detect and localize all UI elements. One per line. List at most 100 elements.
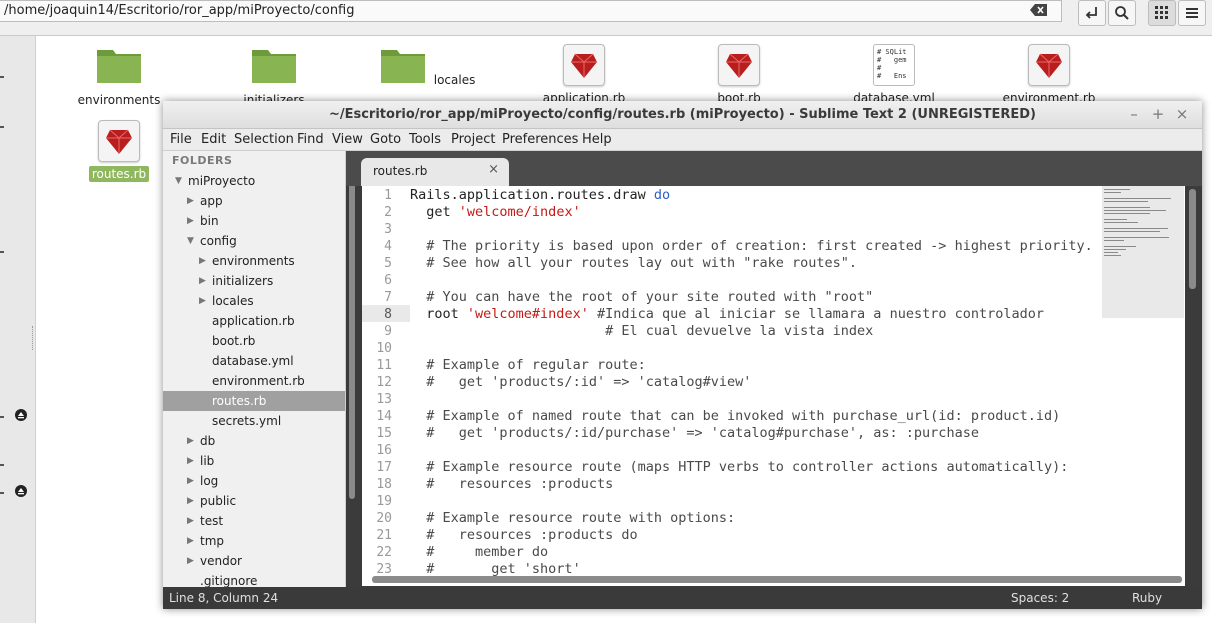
disclosure-collapsed-icon[interactable]: ▶	[187, 531, 194, 551]
menu-help[interactable]: Help	[582, 132, 612, 147]
code-line: Rails.application.routes.draw do	[410, 187, 671, 203]
close-icon[interactable]: ×	[1173, 105, 1191, 123]
icon-view-button[interactable]	[1148, 0, 1176, 26]
tree-item[interactable]: ▶ db	[163, 431, 345, 451]
code-line: get 'welcome/index'	[410, 204, 581, 220]
menu-file[interactable]: File	[170, 132, 192, 147]
minimap-line	[1104, 192, 1121, 193]
tree-item-label: boot.rb	[212, 334, 256, 348]
sidebar-scrollbar[interactable]	[349, 159, 355, 499]
tree-item[interactable]: ▶ bin	[163, 211, 345, 231]
status-bar: Line 8, Column 24 Spaces: 2 Ruby	[163, 587, 1202, 609]
tree-item[interactable]: ▼ config	[163, 231, 345, 251]
line-number: 15	[376, 426, 392, 441]
tree-item[interactable]: application.rb	[163, 311, 345, 331]
tree-item[interactable]: ▶ tmp	[163, 531, 345, 551]
menu-selection[interactable]: Selection	[234, 132, 294, 147]
disclosure-collapsed-icon[interactable]: ▶	[187, 551, 194, 571]
disclosure-collapsed-icon[interactable]: ▶	[187, 431, 194, 451]
disclosure-expanded-icon[interactable]: ▼	[175, 171, 182, 191]
tree-item[interactable]: .gitignore	[163, 571, 345, 587]
grid-icon	[1155, 6, 1168, 19]
tree-item-label: environments	[212, 254, 295, 268]
eject-icon[interactable]	[15, 485, 27, 497]
tree-item[interactable]: database.yml	[163, 351, 345, 371]
editor-horizontal-scrollbar[interactable]	[372, 576, 1182, 583]
line-number: 9	[384, 324, 392, 339]
tree-item[interactable]: ▶ locales	[163, 291, 345, 311]
tree-item[interactable]: ▶ initializers	[163, 271, 345, 291]
file-icon-locales[interactable]: locales	[379, 36, 479, 88]
tree-item[interactable]: ▶ test	[163, 511, 345, 531]
file-icon-routes-rb[interactable]: routes.rb	[69, 112, 169, 182]
line-number: 8	[384, 307, 392, 322]
code-area[interactable]: Rails.application.routes.draw do get 'we…	[410, 186, 1100, 586]
tab-bar: routes.rb ×	[346, 151, 1202, 186]
minimap-line	[1104, 213, 1150, 214]
tree-item[interactable]: ▶ log	[163, 471, 345, 491]
file-icon-environments[interactable]: environments	[69, 36, 169, 108]
tree-item-label: environment.rb	[212, 374, 305, 388]
eject-icon[interactable]	[15, 409, 27, 421]
maximize-icon[interactable]: +	[1149, 105, 1167, 123]
restore-selection-button[interactable]	[1078, 0, 1106, 26]
file-icon-boot-rb[interactable]: boot.rb	[689, 36, 789, 106]
menu-view[interactable]: View	[332, 132, 363, 147]
window-titlebar[interactable]: ~/Escritorio/ror_app/miProyecto/config/r…	[163, 101, 1202, 129]
disclosure-collapsed-icon[interactable]: ▶	[199, 251, 206, 271]
tree-item[interactable]: boot.rb	[163, 331, 345, 351]
line-number: 4	[384, 239, 392, 254]
disclosure-collapsed-icon[interactable]: ▶	[187, 191, 194, 211]
editor-vertical-scrollbar[interactable]	[1189, 189, 1196, 289]
tree-item-label: app	[200, 194, 223, 208]
tree-item[interactable]: routes.rb	[163, 391, 345, 411]
tree-item[interactable]: ▶ vendor	[163, 551, 345, 571]
menu-goto[interactable]: Goto	[370, 132, 401, 147]
code-line: # You can have the root of your site rou…	[426, 289, 874, 305]
tree-item-label: .gitignore	[200, 574, 258, 587]
minimap-line	[1104, 240, 1124, 241]
tree-item-label: log	[200, 474, 219, 488]
tree-item[interactable]: ▶ environments	[163, 251, 345, 271]
code-editor[interactable]: 1 2 3 4 5 6 7 8 9 10 11 12 13 14 15 16 17 18 19 20 21 22 23 Ra…	[362, 186, 1185, 586]
disclosure-expanded-icon[interactable]: ▼	[187, 231, 194, 251]
folder-icon	[380, 50, 425, 83]
search-icon	[1115, 6, 1129, 20]
list-view-button[interactable]	[1178, 0, 1206, 26]
disclosure-collapsed-icon[interactable]: ▶	[187, 491, 194, 511]
file-icon-environment-rb[interactable]: environment.rb	[999, 36, 1099, 106]
disclosure-collapsed-icon[interactable]: ▶	[199, 291, 206, 311]
menu-edit[interactable]: Edit	[201, 132, 226, 147]
disclosure-collapsed-icon[interactable]: ▶	[187, 511, 194, 531]
minimap[interactable]	[1102, 186, 1184, 318]
tree-item[interactable]: secrets.yml	[163, 411, 345, 431]
tab-close-icon[interactable]: ×	[488, 162, 499, 177]
minimap-line	[1104, 219, 1127, 220]
tree-item[interactable]: ▼ miProyecto	[163, 171, 345, 191]
disclosure-collapsed-icon[interactable]: ▶	[187, 451, 194, 471]
menu-preferences[interactable]: Preferences	[502, 132, 578, 147]
pane-resize-handle[interactable]	[32, 326, 35, 350]
menu-find[interactable]: Find	[297, 132, 324, 147]
file-label-selected: routes.rb	[88, 166, 150, 182]
syntax-setting[interactable]: Ruby	[1132, 591, 1162, 605]
search-button[interactable]	[1108, 0, 1136, 26]
tree-item[interactable]: ▶ lib	[163, 451, 345, 471]
disclosure-collapsed-icon[interactable]: ▶	[199, 271, 206, 291]
menu-project[interactable]: Project	[451, 132, 495, 147]
file-icon-initializers[interactable]: initializers	[224, 36, 324, 108]
tab-routes-rb[interactable]: routes.rb ×	[361, 158, 509, 186]
tree-item[interactable]: ▶ public	[163, 491, 345, 511]
disclosure-collapsed-icon[interactable]: ▶	[187, 471, 194, 491]
file-icon-database-yml[interactable]: # SQLit # gem # # Ens database.yml	[844, 36, 944, 106]
file-icon-application-rb[interactable]: application.rb	[534, 36, 634, 106]
tree-item[interactable]: environment.rb	[163, 371, 345, 391]
tree-item[interactable]: ▶ app	[163, 191, 345, 211]
menu-tools[interactable]: Tools	[409, 132, 441, 147]
disclosure-collapsed-icon[interactable]: ▶	[187, 211, 194, 231]
indentation-setting[interactable]: Spaces: 2	[1011, 591, 1069, 605]
clear-path-icon[interactable]	[1030, 2, 1048, 18]
minimize-icon[interactable]: –	[1125, 105, 1143, 123]
path-input[interactable]: /home/joaquin14/Escritorio/ror_app/miPro…	[0, 0, 1062, 22]
line-number: 14	[376, 409, 392, 424]
